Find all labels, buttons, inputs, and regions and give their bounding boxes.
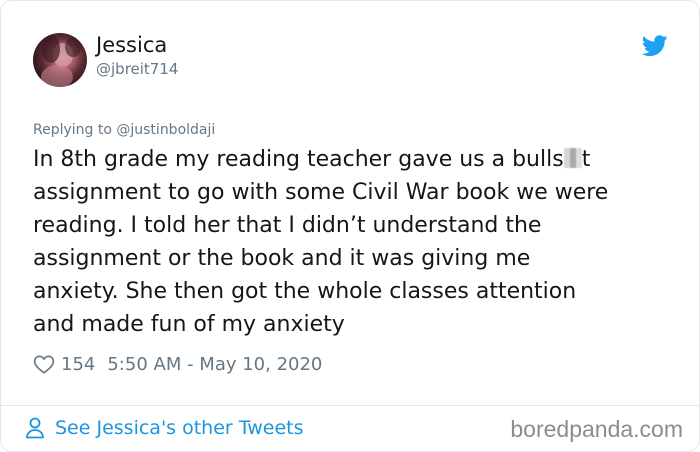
censor-blur <box>563 148 582 168</box>
tweet-card: Jessica @jbreit714 Replying to @justinbo… <box>0 0 700 452</box>
tweet-text: In 8th grade my reading teacher gave us … <box>33 143 683 341</box>
tweet-line: reading. I told her that I didn’t unders… <box>33 213 542 238</box>
tweet-meta: 154 5:50 AM - May 10, 2020 <box>33 351 322 377</box>
tweet-line: anxiety. She then got the whole classes … <box>33 279 577 304</box>
user-handle[interactable]: @jbreit714 <box>96 59 178 79</box>
tweet-line: and made fun of my anxiety <box>33 312 345 337</box>
tweet-line: In 8th grade my reading teacher gave us … <box>33 147 591 172</box>
person-icon <box>26 417 44 439</box>
timestamp[interactable]: 5:50 AM - May 10, 2020 <box>107 354 322 375</box>
see-other-tweets-label[interactable]: See Jessica's other Tweets <box>55 417 303 439</box>
see-other-tweets-link[interactable]: See Jessica's other Tweets <box>25 415 303 441</box>
watermark: boredpanda.com <box>510 416 683 442</box>
tweet-line: assignment or the book and it was giving… <box>33 246 531 271</box>
replying-to[interactable]: Replying to @justinboldaji <box>33 121 215 139</box>
tweet-line: assignment to go with some Civil War boo… <box>33 180 609 205</box>
display-name[interactable]: Jessica <box>96 32 167 58</box>
avatar[interactable] <box>33 33 87 87</box>
like-count[interactable]: 154 <box>61 354 95 375</box>
divider <box>1 405 699 406</box>
twitter-bird-icon[interactable] <box>642 35 668 57</box>
heart-icon[interactable] <box>33 354 55 374</box>
